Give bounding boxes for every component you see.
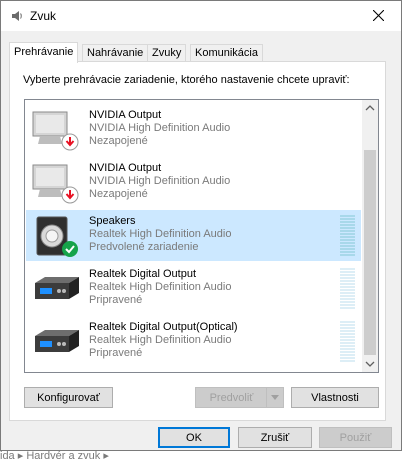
scroll-up-button[interactable] xyxy=(362,100,378,116)
default-check-badge-icon xyxy=(62,241,78,257)
tab-sounds[interactable]: Zvuky xyxy=(147,44,187,62)
device-status: Pripravené xyxy=(89,294,143,306)
close-icon xyxy=(373,10,384,21)
disconnected-badge-icon xyxy=(61,133,79,151)
scroll-thumb[interactable] xyxy=(364,150,376,355)
apply-button[interactable]: Použiť xyxy=(319,427,392,448)
list-item[interactable]: Realtek Digital Output Realtek High Defi… xyxy=(26,263,361,314)
set-default-button[interactable]: Predvoliť xyxy=(195,387,284,408)
volume-meter xyxy=(340,268,355,310)
digital-output-icon xyxy=(32,322,80,364)
set-default-label: Predvoliť xyxy=(209,392,254,404)
window-title: Zvuk xyxy=(30,9,57,23)
chevron-up-icon xyxy=(365,105,375,111)
volume-meter xyxy=(340,215,355,257)
device-name: Speakers xyxy=(89,215,136,227)
chevron-down-icon xyxy=(365,361,375,367)
tab-playback[interactable]: Prehrávanie xyxy=(9,42,79,63)
ok-button[interactable]: OK xyxy=(158,427,230,448)
list-item[interactable]: Realtek Digital Output(Optical) Realtek … xyxy=(26,316,361,367)
title-bar: Zvuk xyxy=(1,1,401,31)
tab-communications[interactable]: Komunikácia xyxy=(190,44,263,62)
volume-meter xyxy=(340,321,355,363)
device-driver: NVIDIA High Definition Audio xyxy=(89,175,231,187)
speaker-app-icon xyxy=(10,9,24,23)
device-status: Nezapojené xyxy=(89,188,148,200)
device-status: Predvolené zariadenie xyxy=(89,241,199,253)
chevron-down-icon xyxy=(271,395,279,400)
monitor-icon xyxy=(32,163,80,205)
device-name: NVIDIA Output xyxy=(89,109,162,121)
scroll-down-button[interactable] xyxy=(362,356,378,372)
disconnected-badge-icon xyxy=(61,186,79,204)
sound-dialog: Zvuk Prehrávanie Nahrávanie Zvuky Komuni… xyxy=(0,0,402,451)
device-driver: NVIDIA High Definition Audio xyxy=(89,122,231,134)
device-list[interactable]: NVIDIA Output NVIDIA High Definition Aud… xyxy=(24,99,379,373)
speaker-icon xyxy=(32,216,80,258)
list-item[interactable]: NVIDIA Output NVIDIA High Definition Aud… xyxy=(26,157,361,208)
monitor-icon xyxy=(32,110,80,152)
device-driver: Realtek High Definition Audio xyxy=(89,228,232,240)
device-driver: Realtek High Definition Audio xyxy=(89,334,232,346)
background-breadcrumb: ida ▸ Hardvér a zvuk ▸ xyxy=(0,450,109,462)
device-driver: Realtek High Definition Audio xyxy=(89,281,232,293)
vertical-scrollbar[interactable] xyxy=(362,100,378,372)
playback-panel: Vyberte prehrávacie zariadenie, ktorého … xyxy=(9,61,386,421)
instruction-text: Vyberte prehrávacie zariadenie, ktorého … xyxy=(23,74,350,86)
configure-button[interactable]: Konfigurovať xyxy=(24,387,113,408)
close-button[interactable] xyxy=(357,1,401,31)
device-name: Realtek Digital Output xyxy=(89,268,196,280)
device-name: Realtek Digital Output(Optical) xyxy=(89,321,238,333)
tab-recording[interactable]: Nahrávanie xyxy=(82,44,149,62)
list-item[interactable]: Speakers Realtek High Definition Audio P… xyxy=(26,210,361,261)
digital-output-icon xyxy=(32,269,80,311)
device-name: NVIDIA Output xyxy=(89,162,162,174)
cancel-button[interactable]: Zrušiť xyxy=(238,427,312,448)
list-item[interactable]: NVIDIA Output NVIDIA High Definition Aud… xyxy=(26,104,361,155)
properties-button[interactable]: Vlastnosti xyxy=(291,387,379,408)
device-status: Pripravené xyxy=(89,347,143,359)
device-status: Nezapojené xyxy=(89,135,148,147)
set-default-dropdown[interactable] xyxy=(266,388,283,407)
